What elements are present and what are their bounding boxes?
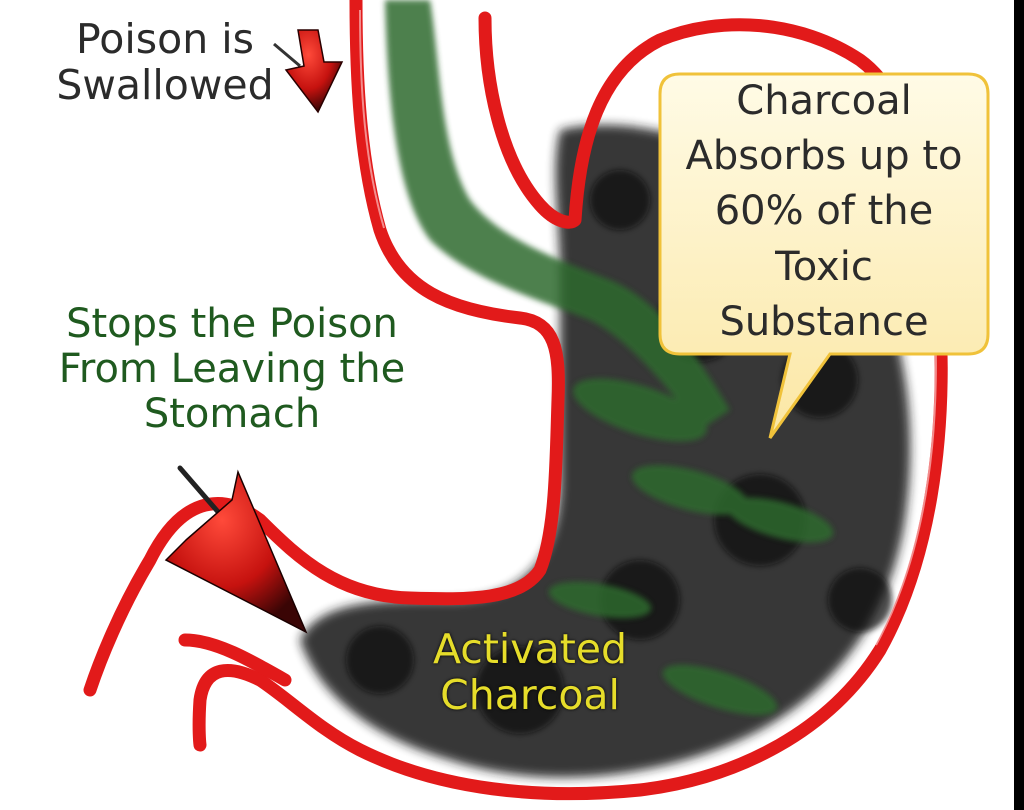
absorbs-line-2: Absorbs up to [685, 133, 963, 180]
charcoal-line-2: Charcoal [440, 671, 620, 720]
absorbs-line-4: Toxic [775, 243, 873, 290]
absorbs-line-1: Charcoal [736, 78, 912, 124]
right-edge-bar [1014, 0, 1024, 810]
stops-poison-label: Stops the Poison From Leaving the Stomac… [12, 301, 452, 438]
stops-line-2: From Leaving the [58, 346, 406, 393]
poison-swallowed-line-2: Swallowed [56, 61, 274, 110]
stops-line-1: Stops the Poison [66, 301, 398, 347]
absorbs-line-3: 60% of the [714, 188, 934, 235]
charcoal-line-1: Activated [432, 625, 628, 673]
poison-swallowed-label: Poison is Swallowed [30, 16, 300, 109]
poison-swallowed-line-1: Poison is [76, 15, 254, 63]
diagram-canvas: Poison is Swallowed Charcoal Absorbs up … [0, 0, 1024, 810]
activated-charcoal-label: Activated Charcoal [410, 626, 650, 719]
stops-line-3: Stomach [143, 391, 321, 438]
absorbs-line-5: Substance [719, 298, 929, 345]
charcoal-absorbs-label: Charcoal Absorbs up to 60% of the Toxic … [660, 74, 988, 350]
